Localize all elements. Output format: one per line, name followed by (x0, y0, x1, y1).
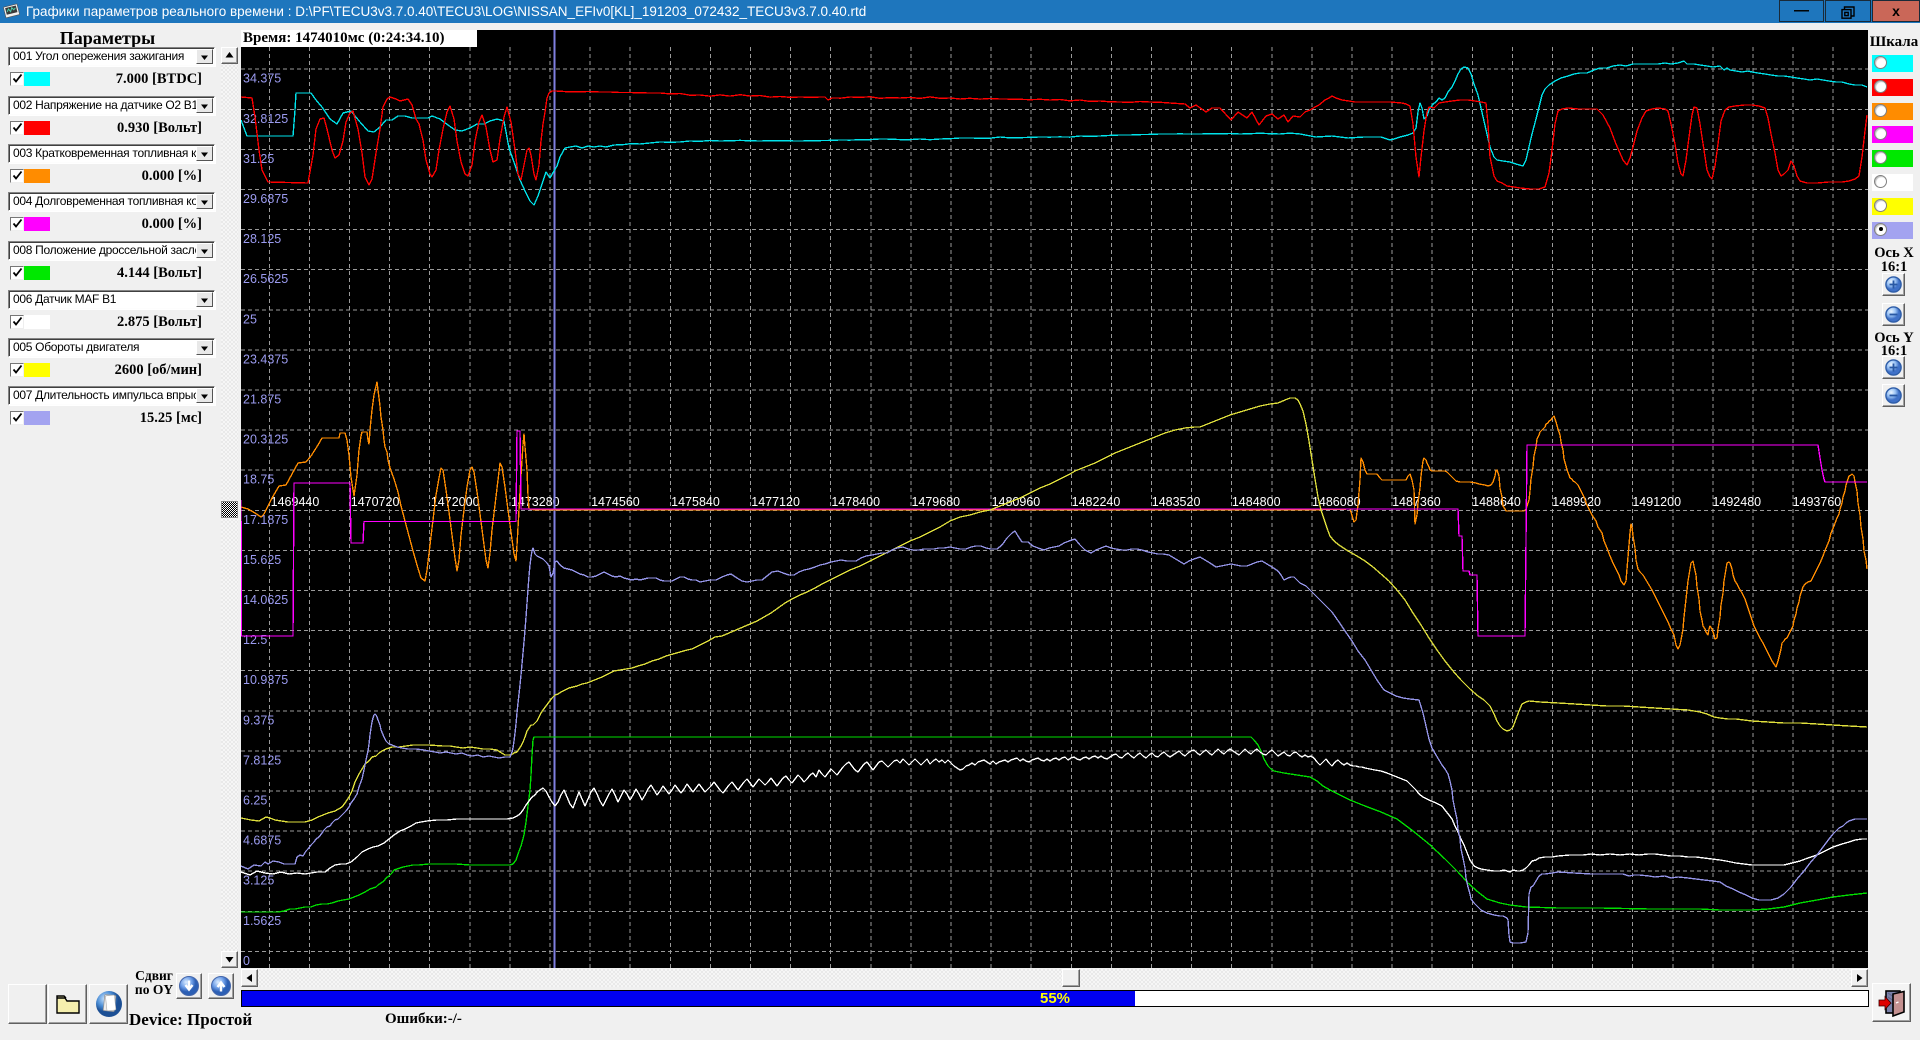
svg-text:3.125: 3.125 (243, 874, 274, 888)
svg-text:1484800: 1484800 (1232, 495, 1281, 509)
svg-text:1482240: 1482240 (1072, 495, 1121, 509)
svg-text:0: 0 (243, 954, 250, 968)
svg-text:1489920: 1489920 (1552, 495, 1601, 509)
svg-text:1478400: 1478400 (831, 495, 880, 509)
svg-text:15.625: 15.625 (243, 553, 281, 567)
svg-text:1479680: 1479680 (911, 495, 960, 509)
svg-text:1472000: 1472000 (431, 495, 480, 509)
svg-text:29.6875: 29.6875 (243, 192, 288, 206)
svg-text:1493760: 1493760 (1793, 495, 1842, 509)
svg-text:10.9375: 10.9375 (243, 673, 288, 687)
svg-text:31.25: 31.25 (243, 152, 274, 166)
svg-text:32.8125: 32.8125 (243, 112, 288, 126)
svg-text:14.0625: 14.0625 (243, 593, 288, 607)
svg-text:7.8125: 7.8125 (243, 753, 281, 767)
svg-text:1475840: 1475840 (671, 495, 720, 509)
svg-text:1473280: 1473280 (511, 495, 560, 509)
svg-text:28.125: 28.125 (243, 232, 281, 246)
svg-text:23.4375: 23.4375 (243, 352, 288, 366)
svg-text:1470720: 1470720 (351, 495, 400, 509)
svg-text:18.75: 18.75 (243, 473, 274, 487)
svg-text:1488640: 1488640 (1472, 495, 1521, 509)
svg-text:4.6875: 4.6875 (243, 834, 281, 848)
svg-text:6.25: 6.25 (243, 794, 267, 808)
svg-text:25: 25 (243, 312, 257, 326)
svg-text:34.375: 34.375 (243, 72, 281, 86)
svg-text:26.5625: 26.5625 (243, 272, 288, 286)
svg-text:21.875: 21.875 (243, 393, 281, 407)
svg-text:1477120: 1477120 (751, 495, 800, 509)
svg-text:1.5625: 1.5625 (243, 914, 281, 928)
svg-text:1487360: 1487360 (1392, 495, 1441, 509)
svg-text:12.5: 12.5 (243, 633, 267, 647)
svg-text:20.3125: 20.3125 (243, 433, 288, 447)
svg-text:17.1875: 17.1875 (243, 513, 288, 527)
svg-text:1469440: 1469440 (271, 495, 320, 509)
svg-text:1483520: 1483520 (1152, 495, 1201, 509)
svg-text:1491200: 1491200 (1632, 495, 1681, 509)
svg-text:9.375: 9.375 (243, 713, 274, 727)
svg-text:1492480: 1492480 (1712, 495, 1761, 509)
svg-text:1474560: 1474560 (591, 495, 640, 509)
